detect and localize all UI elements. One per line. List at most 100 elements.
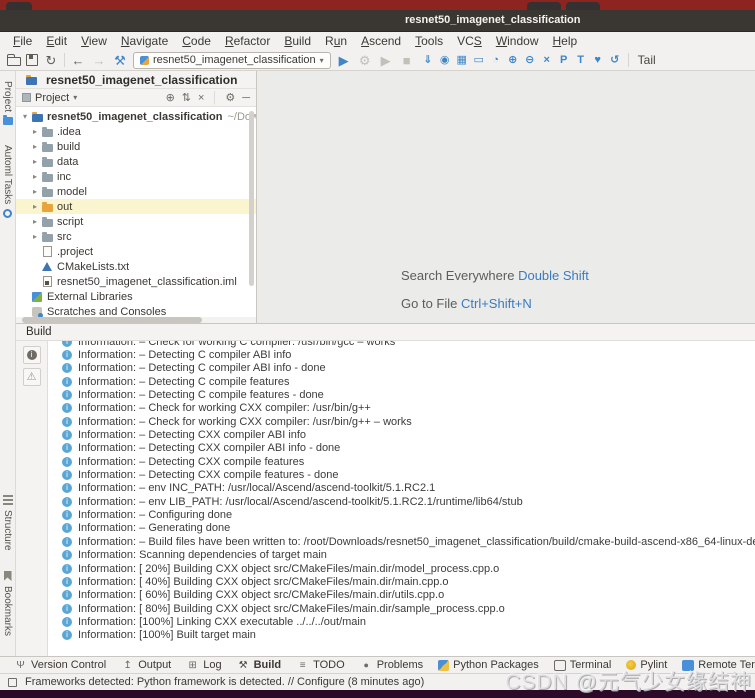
tree-item[interactable]: ▸ .idea bbox=[16, 124, 256, 139]
chevron-icon[interactable]: ▸ bbox=[30, 157, 40, 166]
chevron-icon[interactable]: ▾ bbox=[20, 112, 30, 121]
tree-item-label: .project bbox=[57, 245, 94, 258]
chevron-icon[interactable]: ▸ bbox=[30, 127, 40, 136]
tree-item[interactable]: ▸ build bbox=[16, 139, 256, 154]
shortcut-tip-key[interactable]: Double Shift bbox=[518, 268, 589, 283]
open-folder-icon[interactable] bbox=[7, 54, 21, 66]
ascend-tool-icon[interactable]: ↺ bbox=[607, 53, 623, 68]
run-button-icon[interactable]: ▶ bbox=[336, 53, 352, 68]
debug-play-icon[interactable]: ▶ bbox=[378, 53, 394, 68]
chevron-icon[interactable]: ▸ bbox=[30, 217, 40, 226]
back-icon[interactable]: ← bbox=[70, 53, 86, 68]
menu-item[interactable]: Code bbox=[175, 34, 218, 48]
tail-label[interactable]: Tail bbox=[638, 53, 656, 67]
stop-icon[interactable]: ■ bbox=[399, 53, 415, 68]
project-panel-action-icon[interactable]: × bbox=[198, 92, 204, 104]
log-message: Information: – Detecting CXX compiler AB… bbox=[78, 429, 307, 442]
stripe-button-structure[interactable]: Structure bbox=[2, 495, 13, 551]
menu-item[interactable]: Build bbox=[277, 34, 318, 48]
shortcut-tip-key[interactable]: Ctrl+Shift+N bbox=[461, 296, 532, 311]
stripe-button-project[interactable]: Project bbox=[2, 81, 13, 126]
tree-item[interactable]: resnet50_imagenet_classification.iml bbox=[16, 274, 256, 289]
menu-item[interactable]: Edit bbox=[39, 34, 74, 48]
log-line: Information: [ 80%] Building CXX object … bbox=[62, 602, 755, 615]
ascend-tool-icon[interactable]: ⊖ bbox=[522, 53, 538, 68]
tool-window-toggle-icon[interactable] bbox=[8, 677, 17, 687]
main-toolbar: ↻ ← → ⚒ resnet50_imagenet_classification… bbox=[0, 50, 755, 71]
editor-area[interactable]: Search Everywhere Double Shift Go to Fil… bbox=[257, 71, 755, 323]
info-icon bbox=[62, 576, 72, 587]
tree-item[interactable]: ▸ data bbox=[16, 154, 256, 169]
tree-item[interactable]: ▸ model bbox=[16, 184, 256, 199]
stripe-button-bookmarks[interactable]: Bookmarks bbox=[2, 570, 13, 636]
filter-info-button[interactable] bbox=[22, 346, 41, 364]
ascend-tool-icon[interactable]: ◔ bbox=[488, 53, 504, 68]
scrollbar-thumb[interactable] bbox=[22, 317, 202, 323]
tree-item[interactable]: External Libraries bbox=[16, 289, 256, 304]
menu-item[interactable]: VCS bbox=[450, 34, 489, 48]
menu-item[interactable]: View bbox=[74, 34, 114, 48]
ascend-tool-icon[interactable]: ♥ bbox=[590, 53, 606, 68]
chevron-icon[interactable]: ▸ bbox=[30, 202, 40, 211]
menu-item[interactable]: Navigate bbox=[114, 34, 175, 48]
menu-item[interactable]: Help bbox=[546, 34, 585, 48]
project-panel-action-icon[interactable]: ─ bbox=[242, 92, 250, 104]
project-panel-action-icon[interactable]: ⊕ bbox=[166, 91, 175, 104]
filter-warning-button[interactable]: ⚠ bbox=[22, 368, 41, 386]
log-line: Information: – Detecting CXX compiler AB… bbox=[62, 428, 755, 441]
menu-item[interactable]: Ascend bbox=[354, 34, 408, 48]
background-window-tab bbox=[566, 2, 600, 10]
tool-window-button[interactable]: Build bbox=[237, 659, 282, 671]
settings-icon[interactable]: ⚙ bbox=[357, 53, 373, 68]
window-titlebar[interactable]: resnet50_imagenet_classification bbox=[0, 10, 755, 32]
tree-item[interactable]: CMakeLists.txt bbox=[16, 259, 256, 274]
tool-window-button[interactable]: Problems bbox=[360, 659, 423, 671]
ascend-tool-icon[interactable]: ▦ bbox=[454, 53, 470, 68]
build-log[interactable]: Information: – Check for working C compi… bbox=[48, 341, 755, 650]
ascend-tool-icon[interactable]: ▭ bbox=[471, 53, 487, 68]
tool-window-button[interactable]: Version Control bbox=[14, 659, 106, 671]
project-panel-title: resnet50_imagenet_classification bbox=[46, 72, 238, 87]
ascend-tool-icon[interactable]: ◉ bbox=[437, 53, 453, 68]
ascend-tool-icon[interactable]: P bbox=[556, 53, 572, 68]
ascend-tool-icon[interactable]: T bbox=[573, 53, 589, 68]
chevron-icon[interactable]: ▸ bbox=[30, 187, 40, 196]
project-view-selector[interactable]: Project ▾ bbox=[22, 92, 77, 104]
tree-item[interactable]: ▸ out bbox=[16, 199, 256, 214]
tool-window-button[interactable]: TODO bbox=[296, 659, 345, 671]
project-panel-action-icon[interactable]: ⇅ bbox=[182, 91, 191, 104]
log-message: Information: Scanning dependencies of ta… bbox=[78, 549, 327, 562]
ascend-tool-icon[interactable]: ⊕ bbox=[505, 53, 521, 68]
run-config-selector[interactable]: resnet50_imagenet_classification ▾ bbox=[133, 51, 331, 69]
log-message: Information: – Check for working CXX com… bbox=[78, 402, 371, 415]
ascend-tool-icon[interactable]: × bbox=[539, 53, 555, 68]
tree-item[interactable]: .project bbox=[16, 244, 256, 259]
project-tree: ▾ resnet50_imagenet_classification ~/Dow… bbox=[16, 107, 256, 323]
tree-item[interactable]: ▸ inc bbox=[16, 169, 256, 184]
status-message[interactable]: Frameworks detected: Python framework is… bbox=[25, 676, 424, 688]
vertical-scrollbar[interactable] bbox=[249, 111, 254, 286]
menu-item[interactable]: Window bbox=[489, 34, 546, 48]
chevron-icon[interactable]: ▸ bbox=[30, 172, 40, 181]
tree-item[interactable]: ▸ script bbox=[16, 214, 256, 229]
project-panel-header: resnet50_imagenet_classification bbox=[16, 71, 256, 89]
chevron-icon[interactable]: ▸ bbox=[30, 232, 40, 241]
build-hammer-icon[interactable]: ⚒ bbox=[112, 53, 128, 68]
tool-window-button[interactable]: Log bbox=[186, 659, 221, 671]
project-panel-action-icon[interactable]: ⚙ bbox=[225, 91, 235, 104]
stripe-button-automl-tasks[interactable]: Automl Tasks bbox=[2, 145, 13, 219]
ascend-tool-icon[interactable]: ⇓ bbox=[420, 53, 436, 68]
menu-item[interactable]: File bbox=[6, 34, 39, 48]
tool-window-button[interactable]: Output bbox=[121, 659, 171, 671]
chevron-icon[interactable]: ▸ bbox=[30, 142, 40, 151]
menu-item[interactable]: Run bbox=[318, 34, 354, 48]
menu-item[interactable]: Refactor bbox=[218, 34, 277, 48]
forward-icon[interactable]: → bbox=[91, 53, 107, 68]
project-panel-action-icon[interactable]: │ bbox=[211, 92, 218, 104]
tree-item[interactable]: ▸ src bbox=[16, 229, 256, 244]
sync-icon[interactable]: ↻ bbox=[43, 53, 59, 68]
menu-item[interactable]: Tools bbox=[408, 34, 450, 48]
horizontal-scrollbar[interactable] bbox=[16, 317, 256, 323]
save-all-icon[interactable] bbox=[26, 54, 38, 66]
tree-item[interactable]: ▾ resnet50_imagenet_classification ~/Dow… bbox=[16, 109, 256, 124]
